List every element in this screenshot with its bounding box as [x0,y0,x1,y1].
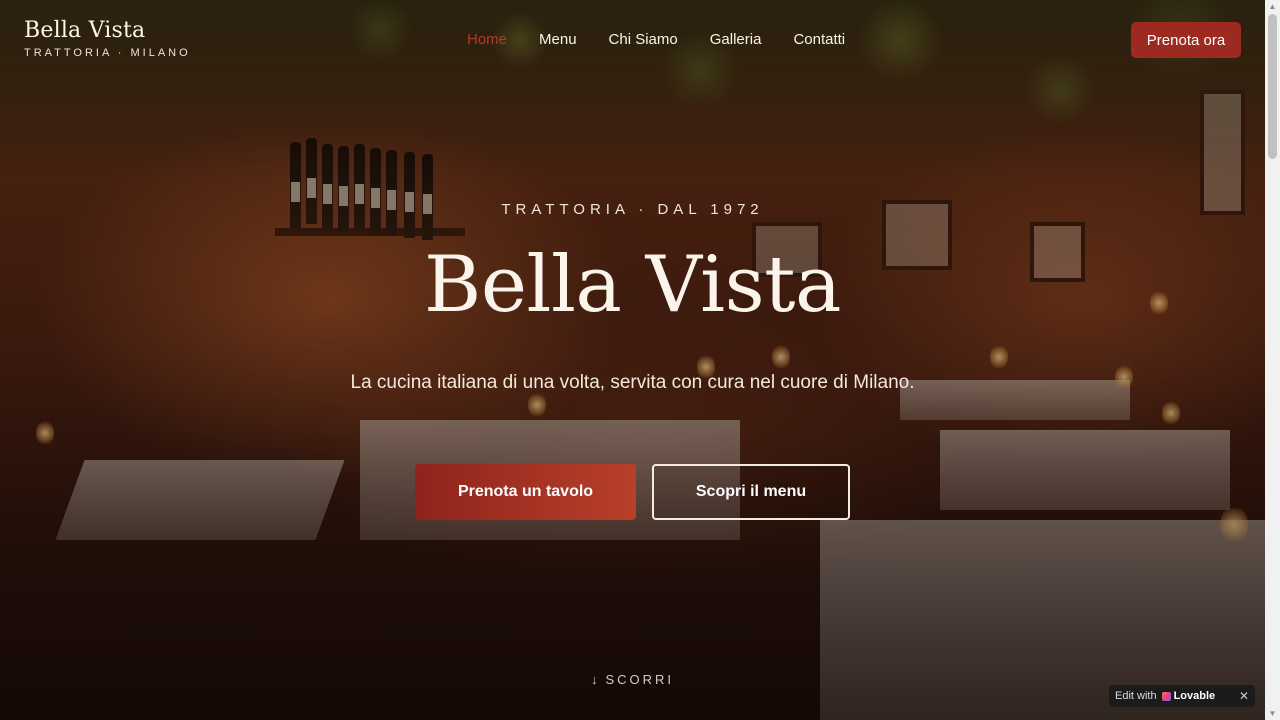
close-icon[interactable]: ✕ [1239,689,1249,703]
book-now-button[interactable]: Prenota ora [1131,22,1241,58]
scrollbar-thumb[interactable] [1268,14,1277,159]
arrow-down-icon: ↓ [590,672,598,687]
nav-link-chi-siamo[interactable]: Chi Siamo [609,31,678,48]
hero-title: Bella Vista [424,240,841,330]
nav-link-home[interactable]: Home [467,31,507,48]
scroll-label: SCORRI [605,672,675,687]
scroll-down-arrow-icon[interactable]: ▼ [1268,709,1277,718]
page-scrollbar[interactable]: ▲ ▼ [1265,0,1280,720]
lovable-logo: Lovable [1161,690,1216,702]
brand-tagline: TRATTORIA · MILANO [24,47,191,59]
lovable-heart-icon [1161,691,1171,701]
hero-background-image [0,0,1265,720]
main-nav: Home Menu Chi Siamo Galleria Contatti [467,31,845,48]
nav-link-contatti[interactable]: Contatti [793,31,845,48]
scroll-indicator[interactable]: ↓ SCORRI [0,672,1265,687]
book-table-button[interactable]: Prenota un tavolo [415,464,636,520]
hero-subtitle: La cucina italiana di una volta, servita… [350,372,915,393]
discover-menu-button[interactable]: Scopri il menu [652,464,850,520]
nav-link-menu[interactable]: Menu [539,31,577,48]
scroll-up-arrow-icon[interactable]: ▲ [1268,2,1277,11]
hero-dark-overlay [0,0,1265,720]
hero-eyebrow: TRATTORIA · DAL 1972 [501,201,764,218]
edit-with-lovable-badge[interactable]: Edit with Lovable ✕ [1109,685,1255,707]
nav-link-galleria[interactable]: Galleria [710,31,762,48]
badge-prefix: Edit with [1115,690,1157,702]
brand-name: Bella Vista [24,18,146,43]
lovable-brand-text: Lovable [1173,690,1216,702]
brand-logo[interactable]: Bella Vista TRATTORIA · MILANO [24,18,191,59]
